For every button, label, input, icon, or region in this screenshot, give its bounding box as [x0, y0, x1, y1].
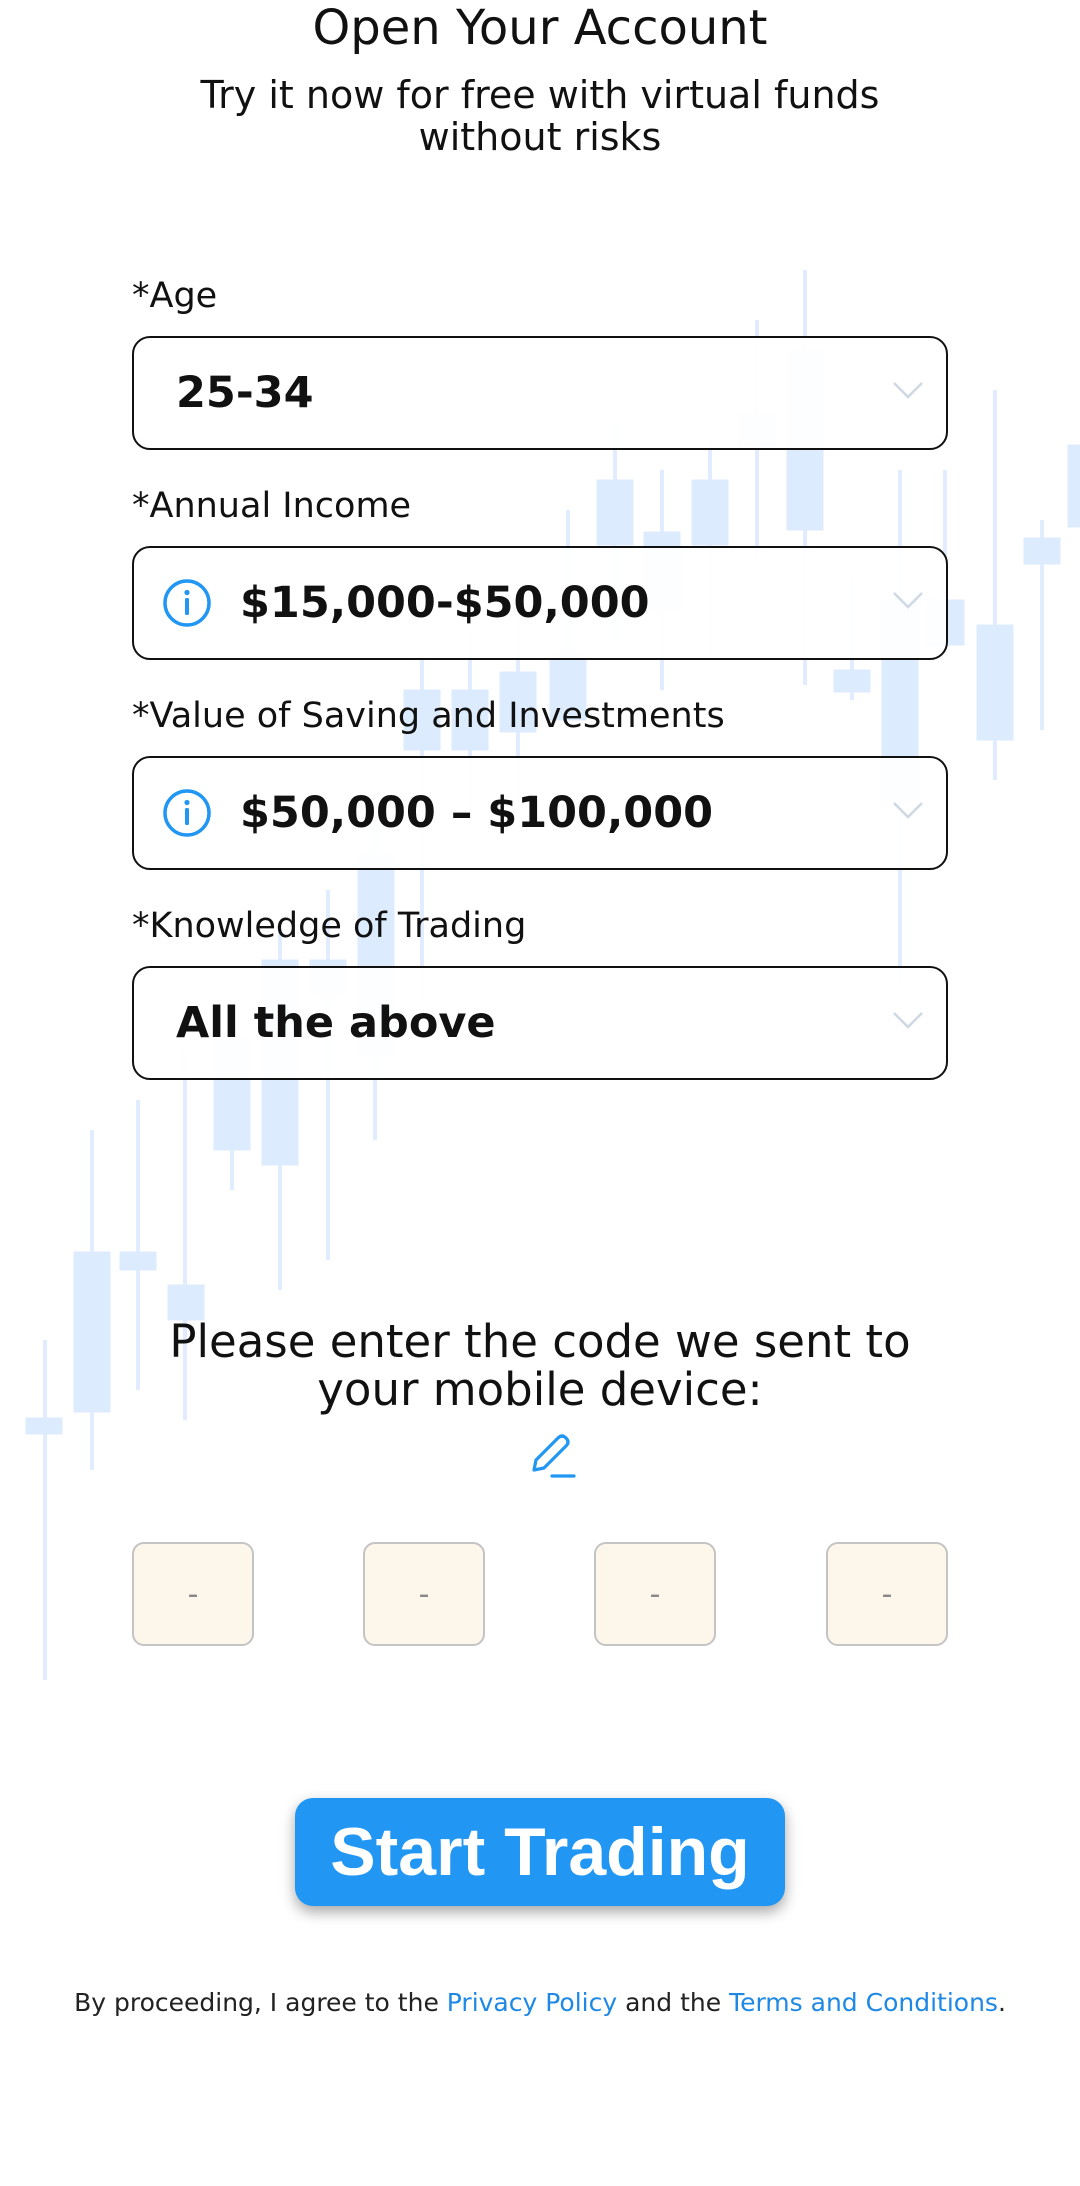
- pencil-icon[interactable]: [526, 1430, 578, 1482]
- trading-knowledge-select-value: All the above: [176, 998, 496, 1048]
- legal-middle: and the: [617, 1988, 730, 2017]
- start-trading-button[interactable]: Start Trading: [295, 1798, 785, 1906]
- code-digit-input-4[interactable]: -: [826, 1542, 948, 1646]
- savings-investments-select-value: $50,000 – $100,000: [240, 788, 714, 838]
- terms-and-conditions-link[interactable]: Terms and Conditions: [729, 1988, 998, 2017]
- legal-prefix: By proceeding, I agree to the: [74, 1988, 447, 2017]
- trading-knowledge-select[interactable]: All the above: [132, 966, 948, 1080]
- legal-suffix: .: [997, 1988, 1006, 2017]
- code-digit-input-2[interactable]: -: [363, 1542, 485, 1646]
- page-subtitle: Try it now for free with virtual funds w…: [200, 73, 880, 159]
- annual-income-label: *Annual Income: [132, 486, 412, 526]
- info-circle-icon[interactable]: [162, 578, 212, 628]
- code-digit-input-1[interactable]: -: [132, 1542, 254, 1646]
- annual-income-select[interactable]: $15,000-$50,000: [132, 546, 948, 660]
- trading-knowledge-label: *Knowledge of Trading: [132, 906, 527, 946]
- savings-investments-label: *Value of Saving and Investments: [132, 696, 725, 736]
- legal-consent-text: By proceeding, I agree to the Privacy Po…: [40, 1988, 1040, 2017]
- chevron-down-icon: [893, 382, 923, 399]
- annual-income-select-value: $15,000-$50,000: [240, 578, 650, 628]
- privacy-policy-link[interactable]: Privacy Policy: [447, 1988, 617, 2017]
- chevron-down-icon: [893, 1012, 923, 1029]
- code-digit-input-3[interactable]: -: [594, 1542, 716, 1646]
- age-select-value: 25-34: [176, 368, 314, 418]
- age-label: *Age: [132, 276, 218, 316]
- open-account-screen: Open Your Account Try it now for free wi…: [0, 0, 1080, 2186]
- page-title: Open Your Account: [312, 0, 768, 56]
- info-circle-icon[interactable]: [162, 788, 212, 838]
- chevron-down-icon: [893, 802, 923, 819]
- age-select[interactable]: 25-34: [132, 336, 948, 450]
- savings-investments-select[interactable]: $50,000 – $100,000: [132, 756, 948, 870]
- chevron-down-icon: [893, 592, 923, 609]
- verification-code-prompt: Please enter the code we sent to your mo…: [169, 1315, 911, 1416]
